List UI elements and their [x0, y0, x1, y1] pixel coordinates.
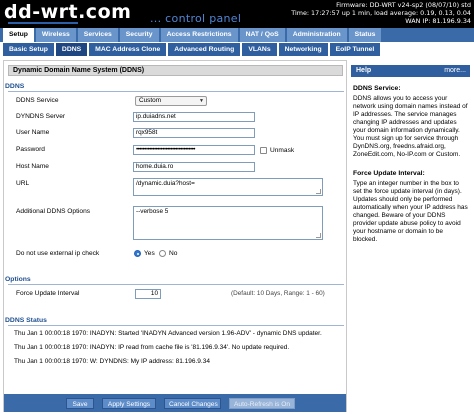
subtab-networking[interactable]: Networking: [278, 43, 328, 56]
ddns-section-divider: [8, 91, 344, 92]
tab-access-restrictions[interactable]: Access Restrictions: [160, 28, 238, 42]
tab-security[interactable]: Security: [119, 28, 159, 42]
help-more-link[interactable]: more...: [444, 65, 466, 77]
subtab-mac-address-clone[interactable]: MAC Address Clone: [89, 43, 167, 56]
external-ip-no-radio[interactable]: [159, 250, 166, 257]
additional-options-label: Additional DDNS Options: [16, 208, 91, 215]
unmask-checkbox[interactable]: [260, 147, 267, 154]
additional-options-textarea[interactable]: --verbose 5: [133, 206, 323, 240]
force-update-interval-hint: (Default: 10 Days, Range: 1 - 60): [231, 290, 325, 297]
hostname-label: Host Name: [16, 163, 49, 170]
ddns-service-label: DDNS Service: [16, 97, 59, 104]
username-label: User Name: [16, 129, 50, 136]
auto-refresh-button[interactable]: Auto-Refresh is On: [229, 398, 295, 409]
external-ip-no-label: No: [169, 250, 178, 257]
subtab-eoip-tunnel[interactable]: EoIP Tunnel: [329, 43, 381, 56]
help-header: Help more...: [351, 65, 470, 77]
logo-underline: [8, 22, 78, 24]
tab-administration[interactable]: Administration: [286, 28, 347, 42]
ddwrt-logo[interactable]: dd-wrt.com: [4, 1, 131, 23]
ddns-status-divider: [8, 325, 344, 326]
apply-settings-button[interactable]: Apply Settings: [102, 398, 156, 409]
help-ddns-body: DDNS allows you to access your network u…: [353, 95, 468, 158]
password-input[interactable]: ••••••••••••••••••••••••••••••••••••: [133, 145, 255, 155]
status-log-line: Thu Jan 1 00:00:18 1970: INADYN: Started…: [14, 330, 322, 337]
url-textarea[interactable]: /dynamic.duia?host=: [133, 178, 323, 196]
subtab-basic-setup[interactable]: Basic Setup: [3, 43, 54, 56]
username-input[interactable]: rqx958t: [133, 128, 255, 138]
resize-grip-icon[interactable]: [316, 189, 321, 194]
external-ip-yes-radio[interactable]: [134, 250, 141, 257]
help-panel: Help more... DDNS Service: DDNS allows y…: [351, 60, 470, 412]
options-section-divider: [8, 284, 344, 285]
additional-options-value: --verbose 5: [136, 208, 169, 215]
content-panel: Dynamic Domain Name System (DDNS) DDNS D…: [3, 60, 347, 412]
save-button[interactable]: Save: [66, 398, 94, 409]
help-force-update-body: Type an integer number in the box to set…: [353, 180, 468, 243]
main-tab-bar: Setup Wireless Services Security Access …: [0, 28, 474, 42]
wan-ip-info: WAN IP: 81.196.9.34: [405, 17, 471, 25]
hostname-input[interactable]: home.duia.ro: [133, 162, 255, 172]
ddns-section-legend: DDNS: [5, 83, 25, 90]
ddns-service-select[interactable]: Custom ▼: [135, 96, 207, 106]
ddns-status-legend: DDNS Status: [5, 317, 47, 324]
help-header-title: Help: [356, 67, 372, 74]
tab-status[interactable]: Status: [348, 28, 382, 42]
chevron-down-icon: ▼: [199, 98, 204, 104]
ddns-service-value: Custom: [139, 97, 162, 104]
force-update-interval-input[interactable]: 10: [135, 289, 161, 299]
url-label: URL: [16, 180, 30, 187]
help-force-update-title: Force Update Interval:: [353, 170, 425, 177]
dyndns-server-label: DYNDNS Server: [16, 113, 66, 120]
system-info: Firmware: DD-WRT v24-sp2 (08/07/10) std …: [291, 1, 471, 25]
button-bar: Save Apply Settings Cancel Changes Auto-…: [4, 394, 346, 412]
subtab-ddns[interactable]: DDNS: [55, 43, 88, 56]
header-bar: dd-wrt.com ... control panel Firmware: D…: [0, 0, 474, 28]
external-ip-check-label: Do not use external ip check: [16, 250, 100, 257]
unmask-label: Unmask: [270, 147, 295, 154]
tab-nat-qos[interactable]: NAT / QoS: [239, 28, 285, 42]
url-value: /dynamic.duia?host=: [136, 180, 195, 187]
subtab-vlans[interactable]: VLANs: [242, 43, 277, 56]
tab-services[interactable]: Services: [77, 28, 118, 42]
status-log-line: Thu Jan 1 00:00:18 1970: W: DYNDNS: My I…: [14, 358, 210, 365]
status-log-line: Thu Jan 1 00:00:18 1970: INADYN: IP read…: [14, 344, 290, 351]
password-label: Password: [16, 146, 45, 153]
dyndns-server-input[interactable]: ip.duiadns.net: [133, 112, 255, 122]
force-update-interval-label: Force Update Interval: [16, 290, 80, 297]
tab-wireless[interactable]: Wireless: [35, 28, 76, 42]
external-ip-yes-label: Yes: [144, 250, 155, 257]
sub-tab-bar: Basic Setup DDNS MAC Address Clone Advan…: [0, 42, 474, 57]
options-section-legend: Options: [5, 276, 31, 283]
subtab-advanced-routing[interactable]: Advanced Routing: [168, 43, 241, 56]
cancel-changes-button[interactable]: Cancel Changes: [164, 398, 221, 409]
tab-setup[interactable]: Setup: [3, 28, 34, 42]
control-panel-subtitle: ... control panel: [150, 12, 242, 25]
help-ddns-title: DDNS Service:: [353, 85, 401, 92]
firmware-info: Firmware: DD-WRT v24-sp2 (08/07/10) std: [336, 1, 471, 9]
page-title: Dynamic Domain Name System (DDNS): [8, 65, 343, 76]
resize-grip-icon[interactable]: [316, 233, 321, 238]
uptime-info: Time: 17:27:57 up 1 min, load average: 0…: [291, 9, 471, 17]
